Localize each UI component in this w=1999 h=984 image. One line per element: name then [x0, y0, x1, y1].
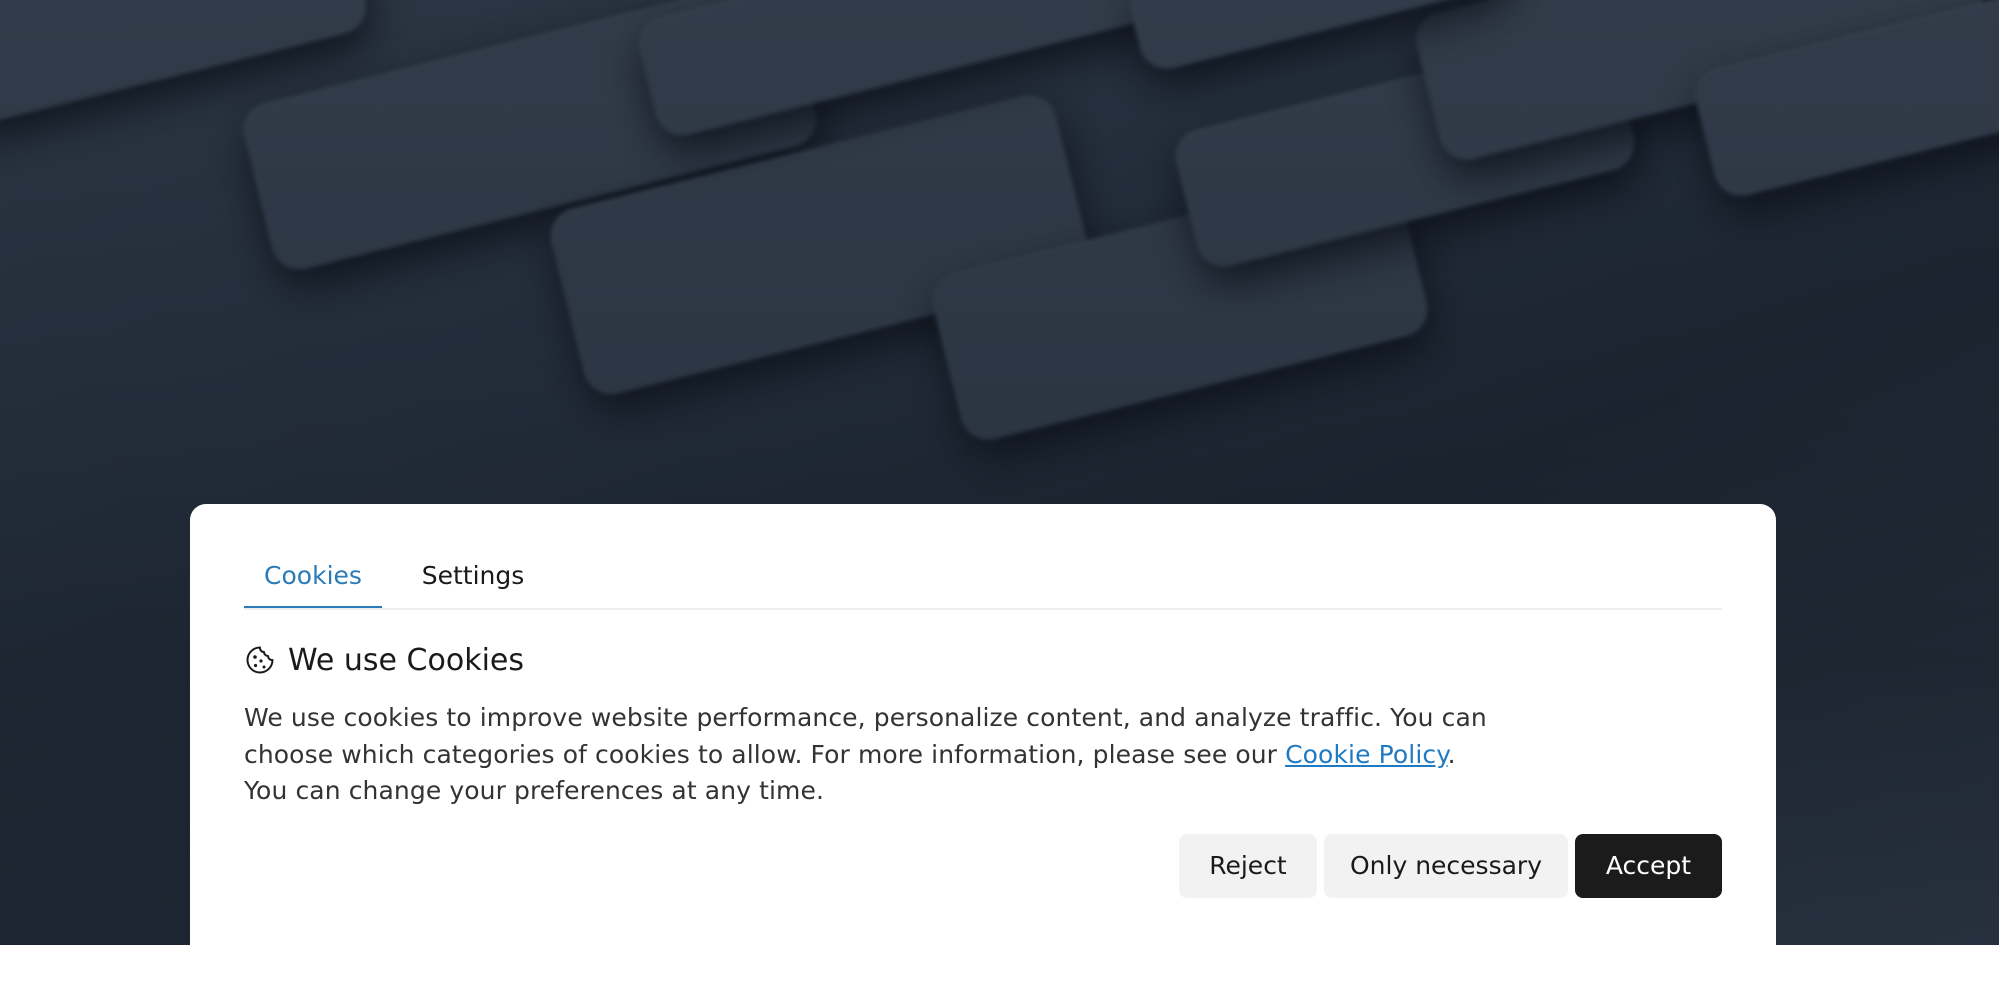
only-necessary-button[interactable]: Only necessary [1324, 834, 1568, 898]
tab-bar: Cookies Settings [244, 546, 1722, 610]
reject-button[interactable]: Reject [1179, 834, 1317, 898]
banner-description: We use cookies to improve website perfor… [244, 700, 1504, 810]
cookie-consent-banner: Cookies Settings We use Cookies We use c… [190, 504, 1776, 984]
tab-cookies[interactable]: Cookies [244, 546, 382, 608]
cookie-policy-link[interactable]: Cookie Policy [1285, 740, 1447, 769]
cookie-icon [244, 640, 288, 680]
accept-button[interactable]: Accept [1575, 834, 1722, 898]
banner-heading: We use Cookies [244, 638, 524, 682]
banner-title: We use Cookies [288, 642, 524, 678]
tab-settings[interactable]: Settings [408, 546, 538, 606]
